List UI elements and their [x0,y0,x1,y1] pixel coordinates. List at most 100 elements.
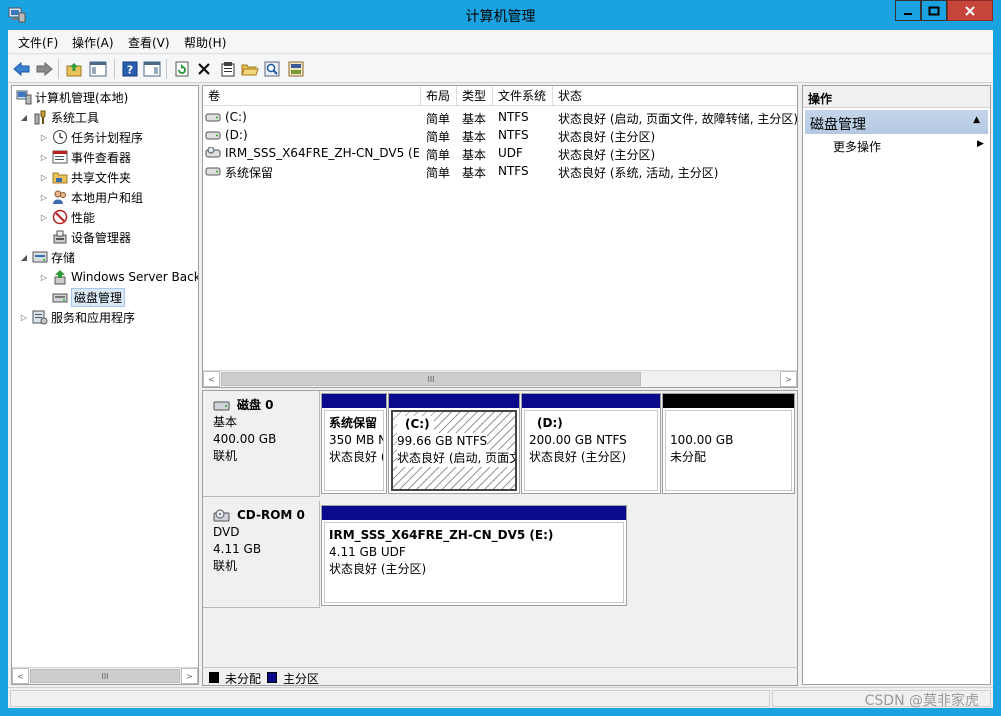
up-folder-icon [66,63,82,77]
properties-button[interactable] [218,59,238,79]
tree-item-performance[interactable]: ▷ 性能 [38,207,95,227]
volume-row[interactable]: 系统保留 简单 基本 NTFS 状态良好 (系统, 活动, 主分区) [203,162,797,180]
tree-item-task-scheduler[interactable]: ▷ 任务计划程序 [38,127,143,147]
cdrom-0-label[interactable]: CD-ROM 0 DVD 4.11 GB 联机 [203,501,320,608]
tree-item-shared-folders[interactable]: ▷ 共享文件夹 [38,167,131,187]
legend-label: 未分配 [225,672,262,686]
column-header-layout[interactable]: 布局 [421,86,457,106]
menu-bar: 文件(F) 操作(A) 查看(V) 帮助(H) [8,30,993,54]
back-button[interactable] [12,59,32,79]
expand-icon[interactable]: ▷ [38,273,50,282]
column-header-status[interactable]: 状态 [553,86,797,106]
show-hide-tree-button[interactable] [88,59,108,79]
partition-name: 系统保留 [329,416,378,430]
column-header-filesystem[interactable]: 文件系统 [493,86,553,106]
tree-item-root[interactable]: 计算机管理(本地) [14,87,128,107]
collapse-icon[interactable]: ◢ [18,113,30,122]
actions-pane: 操作 磁盘管理 ▲ 更多操作 ▶ [802,85,991,685]
collapse-up-icon[interactable]: ▲ [973,115,980,125]
partition-size: 350 MB NTFS [329,433,383,447]
partition-system-reserved[interactable]: 系统保留 350 MB NTFS 状态良好 (系统, 活动, 主分区) [321,393,387,494]
forward-button[interactable] [34,59,54,79]
search-icon [264,61,280,77]
svg-text:?: ? [127,64,133,77]
legend-swatch-unallocated [209,672,219,683]
tree-label: 设备管理器 [71,230,132,245]
tree-item-windows-backup[interactable]: ▷ Windows Server Backup [38,267,198,287]
watermark: CSDN @莫非家虎 [864,693,979,709]
drive-icon [205,113,221,122]
partition-bar [663,394,794,408]
volume-row[interactable]: (D:) 简单 基本 NTFS 状态良好 (主分区) [203,126,797,144]
menu-file[interactable]: 文件(F) [18,34,58,51]
properties-icon [221,62,235,77]
partition-unallocated[interactable]: 100.00 GB 未分配 [662,393,795,494]
partition-bar [322,506,626,520]
up-folder-button[interactable] [64,59,84,79]
partition-bar [522,394,660,408]
partition-e[interactable]: IRM_SSS_X64FRE_ZH-CN_DV5 (E:) 4.11 GB UD… [321,505,627,606]
partition-d[interactable]: (D:) 200.00 GB NTFS 状态良好 (主分区) [521,393,661,494]
more-actions-label: 更多操作 [833,140,882,154]
disk-0-label[interactable]: 磁盘 0 基本 400.00 GB 联机 [203,391,320,497]
volume-layout: 简单 [426,148,451,162]
minimize-button[interactable] [895,0,921,21]
more-actions-item[interactable]: 更多操作 [833,138,881,155]
properties-pane-button[interactable] [142,59,162,79]
search-button[interactable] [262,59,282,79]
drive-icon [205,167,221,176]
partition-c[interactable]: (C:) 99.66 GB NTFS 状态良好 (启动, 页面文件, 故障转储,… [388,393,520,494]
volume-list-horizontal-scrollbar[interactable]: < III > [203,370,797,387]
expand-icon[interactable]: ▷ [38,133,50,142]
client-area: 文件(F) 操作(A) 查看(V) 帮助(H) ? 计算机管理(本地) ◢ 系统… [8,30,993,709]
scroll-thumb[interactable]: III [221,372,641,386]
properties-pane-icon [143,61,161,77]
expand-icon[interactable]: ▷ [38,153,50,162]
scroll-thumb[interactable]: III [30,669,180,683]
scroll-left-arrow[interactable]: < [203,371,220,387]
actions-section-disk-management[interactable]: 磁盘管理 ▲ [805,110,988,134]
tree-item-system-tools[interactable]: ◢ 系统工具 [18,107,99,127]
expand-icon[interactable]: ▷ [38,173,50,182]
column-header-volume[interactable]: 卷 [203,86,421,106]
partition-name: IRM_SSS_X64FRE_ZH-CN_DV5 (E:) [329,528,554,542]
tree-item-local-users[interactable]: ▷ 本地用户和组 [38,187,143,207]
scroll-right-arrow[interactable]: > [181,668,198,684]
tree-label: 存储 [51,250,76,265]
tree-item-device-manager[interactable]: 设备管理器 [50,227,131,247]
menu-view[interactable]: 查看(V) [128,34,170,51]
partition-name: (D:) [537,416,563,430]
tree-item-disk-management[interactable]: 磁盘管理 [50,287,126,307]
delete-button[interactable] [194,59,214,79]
tree-label: 计算机管理(本地) [35,90,129,105]
menu-action[interactable]: 操作(A) [72,34,114,51]
partition-body: 系统保留 350 MB NTFS 状态良好 (系统, 活动, 主分区) [324,410,384,491]
collapse-icon[interactable]: ◢ [18,253,30,262]
tree-item-services-apps[interactable]: ▷ 服务和应用程序 [18,307,135,327]
maximize-button[interactable] [921,0,947,21]
column-header-type[interactable]: 类型 [457,86,493,106]
help-button[interactable]: ? [120,59,140,79]
volume-row[interactable]: IRM_SSS_X64FRE_ZH-CN_DV5 (E:) 简单 基本 UDF … [203,144,797,162]
close-button[interactable] [947,0,993,21]
expand-icon[interactable]: ▷ [18,313,30,322]
expand-icon[interactable]: ▷ [38,193,50,202]
expand-icon[interactable]: ▷ [38,213,50,222]
partition-body: (D:) 200.00 GB NTFS 状态良好 (主分区) [524,410,658,491]
volume-status: 状态良好 (启动, 页面文件, 故障转储, 主分区) [558,112,798,126]
partition-status: 未分配 [670,450,707,464]
scroll-left-arrow[interactable]: < [12,668,29,684]
disk-properties-button[interactable] [286,59,306,79]
tree-horizontal-scrollbar[interactable]: < III > [12,667,198,684]
volume-row[interactable]: (C:) 简单 基本 NTFS 状态良好 (启动, 页面文件, 故障转储, 主分… [203,108,798,126]
tree-item-storage[interactable]: ◢ 存储 [18,247,75,267]
open-button[interactable] [240,59,260,79]
menu-help[interactable]: 帮助(H) [184,34,226,51]
partition-size: 100.00 GB [670,433,734,447]
tree-item-event-viewer[interactable]: ▷ 事件查看器 [38,147,131,167]
title-bar[interactable]: 计算机管理 [0,0,1001,30]
scroll-right-arrow[interactable]: > [780,371,797,387]
users-icon [53,190,66,204]
window-title: 计算机管理 [465,9,536,25]
refresh-button[interactable] [172,59,192,79]
